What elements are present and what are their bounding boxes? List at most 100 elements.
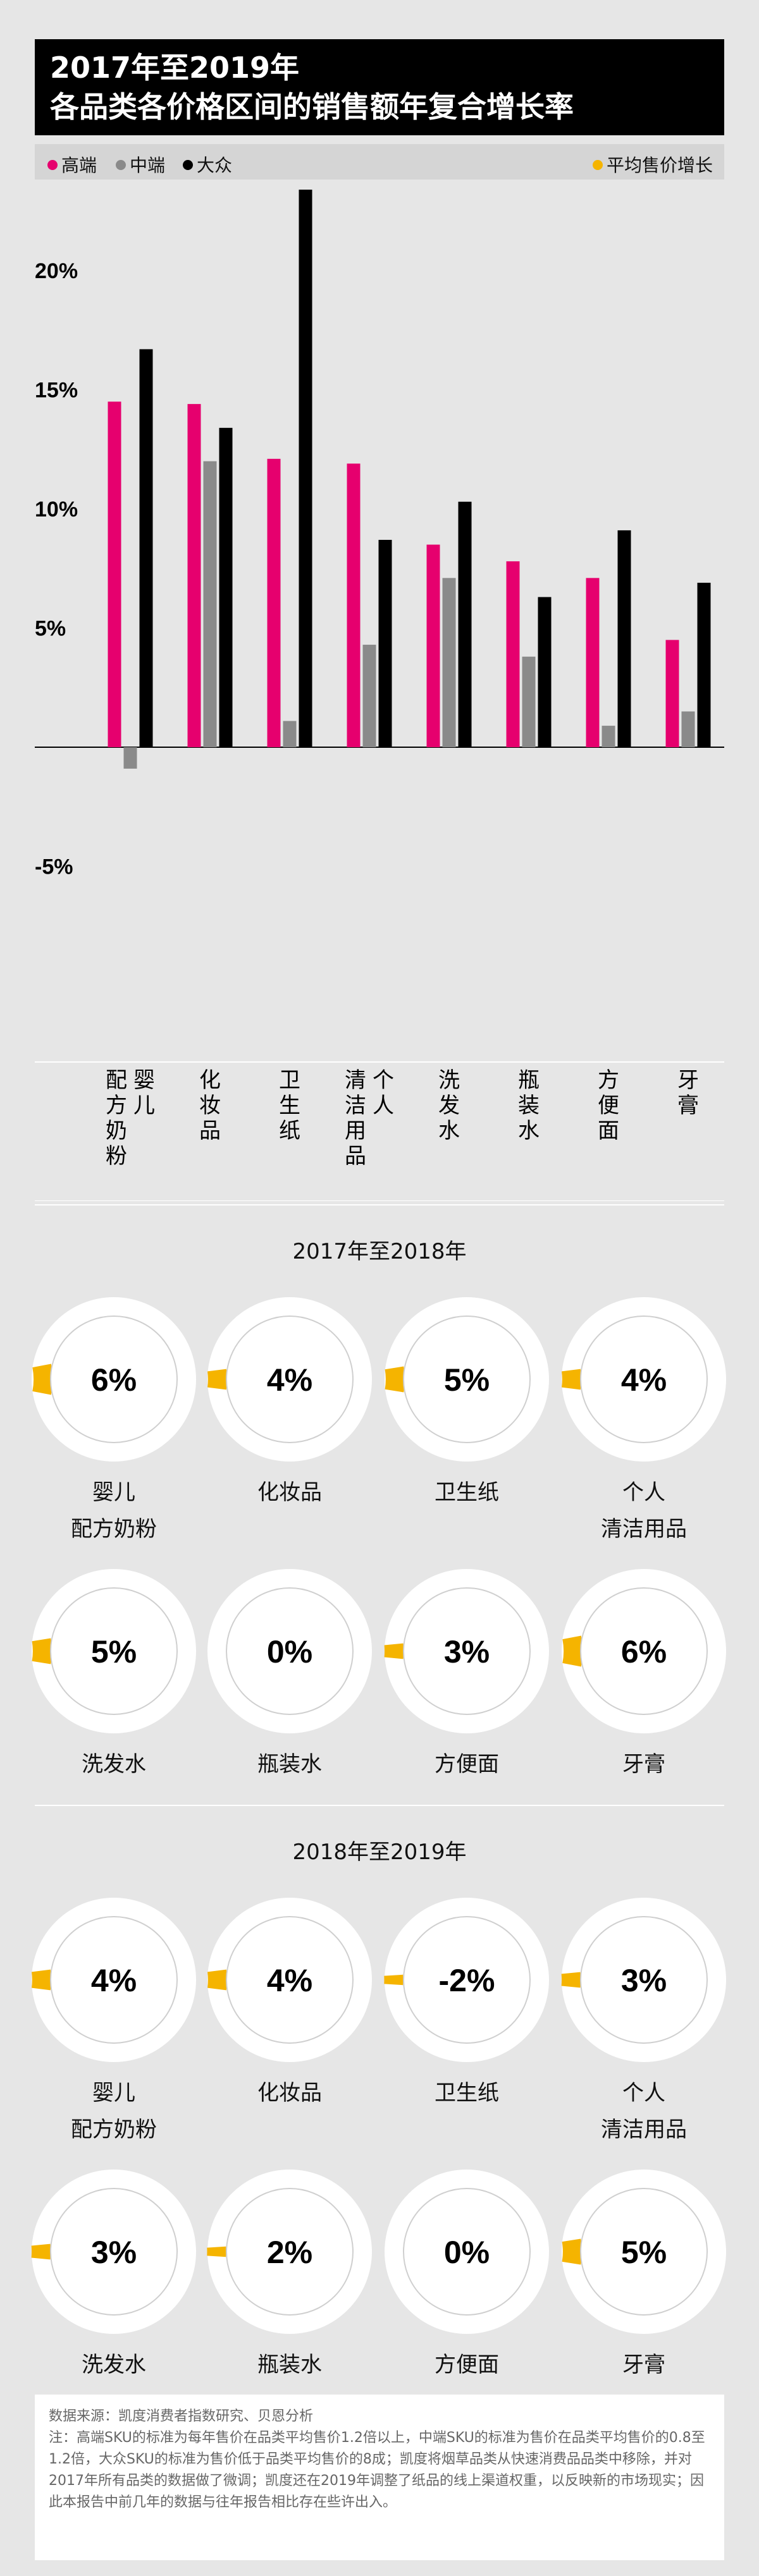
donut-category-label: 化妆品	[201, 1474, 378, 1511]
category-label-char: 洁	[345, 1093, 366, 1118]
donut-cell: 4% 个人清洁用品	[555, 1296, 732, 1547]
donut-arc	[31, 1969, 51, 1991]
donut-category-label-line: 配方奶粉	[71, 2117, 157, 2142]
bar	[506, 561, 520, 747]
price-growth-donut: 3%	[561, 1898, 726, 2062]
donut-category-label-line: 清洁用品	[601, 2117, 687, 2142]
y-tick-label: -5%	[35, 855, 73, 879]
donut-value: 3%	[621, 1963, 667, 1998]
donut-value: 4%	[621, 1362, 667, 1398]
bar	[426, 544, 440, 747]
legend-swatch-high	[47, 160, 58, 170]
donut-value: 4%	[91, 1963, 137, 1998]
bar	[602, 726, 615, 747]
bar	[299, 190, 312, 747]
bar	[586, 578, 600, 747]
donut-arc	[207, 1969, 227, 1991]
category-label-char: 水	[518, 1118, 540, 1144]
bar	[442, 578, 456, 747]
donut-category-label: 婴儿 配方奶粉	[25, 1474, 202, 1547]
category-label-char: 粉	[106, 1144, 127, 1169]
bar	[219, 427, 233, 747]
donut-cell: 6% 牙膏	[555, 1568, 732, 1783]
donut-cell: 3% 方便面	[378, 1568, 555, 1783]
donut-category-label: 个人 清洁用品	[555, 1474, 732, 1547]
donut-category-label-line: 方便面	[435, 2352, 499, 2378]
bar	[108, 401, 121, 747]
category-label-char: 牙	[677, 1068, 699, 1093]
legend-swatch-mid	[116, 160, 126, 170]
donut-category-label: 牙膏	[555, 2347, 732, 2383]
donut-arc	[31, 2243, 51, 2260]
bar	[123, 747, 137, 769]
price-growth-donut: -2%	[384, 1898, 549, 2062]
legend-label-mass: 大众	[197, 155, 233, 176]
donut-category-label-line: 清洁用品	[601, 1517, 687, 1542]
price-growth-donut: 5%	[562, 2170, 726, 2334]
category-label-char: 纸	[279, 1118, 300, 1144]
donut-cell: 6% 婴儿 配方奶粉	[25, 1296, 202, 1547]
category-label-char: 装	[518, 1093, 540, 1118]
donut-cell: 4% 化妆品	[201, 1296, 378, 1511]
category-label-char: 瓶	[518, 1068, 540, 1093]
section-divider	[35, 1805, 724, 1806]
category-label-char: 清	[345, 1068, 366, 1093]
donut-category-label-line: 个人	[622, 1480, 665, 1505]
category-label-char: 品	[345, 1144, 366, 1169]
chart-title-line-2: 各品类各价格区间的销售额年复合增长率	[50, 90, 574, 124]
bar	[522, 656, 536, 747]
category-label-char: 儿	[133, 1093, 155, 1118]
donut-arc	[561, 1972, 581, 1988]
donut-category-label: 化妆品	[201, 2075, 378, 2111]
donut-category-label: 婴儿 配方奶粉	[25, 2075, 202, 2148]
donut-category-label-line: 个人	[622, 2080, 665, 2106]
donut-cell: 3% 个人清洁用品	[555, 1896, 732, 2148]
donut-category-label-line: 方便面	[435, 1752, 499, 1777]
footnote-source: 数据来源：凯度消费者指数研究、贝恩分析	[49, 2408, 314, 2424]
donut-cell: 5% 牙膏	[555, 2168, 732, 2383]
donut-value: 3%	[91, 2235, 137, 2270]
donut-category-label-line: 牙膏	[622, 1752, 665, 1777]
y-tick-label: 20%	[35, 259, 78, 283]
donut-arc	[207, 1369, 227, 1390]
bar	[538, 597, 552, 747]
category-label-char: 发	[438, 1093, 460, 1118]
donut-cell: 5% 卫生纸	[378, 1296, 555, 1511]
price-growth-donut: 5%	[32, 1569, 196, 1733]
chart-title-block: 2017年至2019年 各品类各价格区间的销售额年复合增长率	[35, 39, 724, 135]
category-label-char: 奶	[106, 1118, 127, 1144]
donut-value: -2%	[439, 1963, 495, 1998]
section-divider	[35, 1204, 724, 1206]
bar	[139, 349, 153, 747]
donut-value: 2%	[267, 2235, 312, 2270]
donut-category-label: 方便面	[378, 1746, 555, 1783]
bar	[362, 644, 376, 747]
chart-title-line-1: 2017年至2019年	[50, 51, 300, 85]
category-label-char: 个	[373, 1068, 394, 1093]
price-growth-donut: 4%	[207, 1297, 372, 1462]
donut-cell: 2% 瓶装水	[201, 2168, 378, 2383]
category-label-char: 化	[199, 1068, 221, 1093]
donut-cell: 5% 洗发水	[25, 1568, 202, 1783]
donut-category-label: 洗发水	[25, 2347, 202, 2383]
price-growth-donut: 5%	[385, 1297, 549, 1462]
donut-value: 6%	[91, 1362, 137, 1398]
donut-category-label: 个人 清洁用品	[555, 2075, 732, 2148]
section-title-2018-2019: 2018年至2019年	[292, 1840, 467, 1865]
donut-value: 4%	[267, 1362, 312, 1398]
legend: 高端 中端 大众 平均售价增长	[35, 144, 724, 180]
donut-cell: 0% 瓶装水	[201, 1568, 378, 1783]
category-label-char: 卫	[279, 1068, 300, 1093]
category-label-char: 便	[598, 1093, 619, 1118]
donut-value: 5%	[621, 2235, 667, 2270]
donut-arc	[562, 1635, 583, 1667]
donut-cell: 3% 洗发水	[25, 2168, 202, 2383]
donut-arc	[562, 2238, 582, 2265]
category-label-char: 婴	[133, 1068, 155, 1093]
donut-category-label: 牙膏	[555, 1746, 732, 1783]
donut-category-label-line: 婴儿	[92, 2080, 135, 2106]
donut-category-label: 卫生纸	[378, 2075, 555, 2111]
category-label-char: 方	[106, 1093, 127, 1118]
category-label-char: 生	[279, 1093, 300, 1118]
legend-item-mass: 大众	[183, 152, 232, 177]
